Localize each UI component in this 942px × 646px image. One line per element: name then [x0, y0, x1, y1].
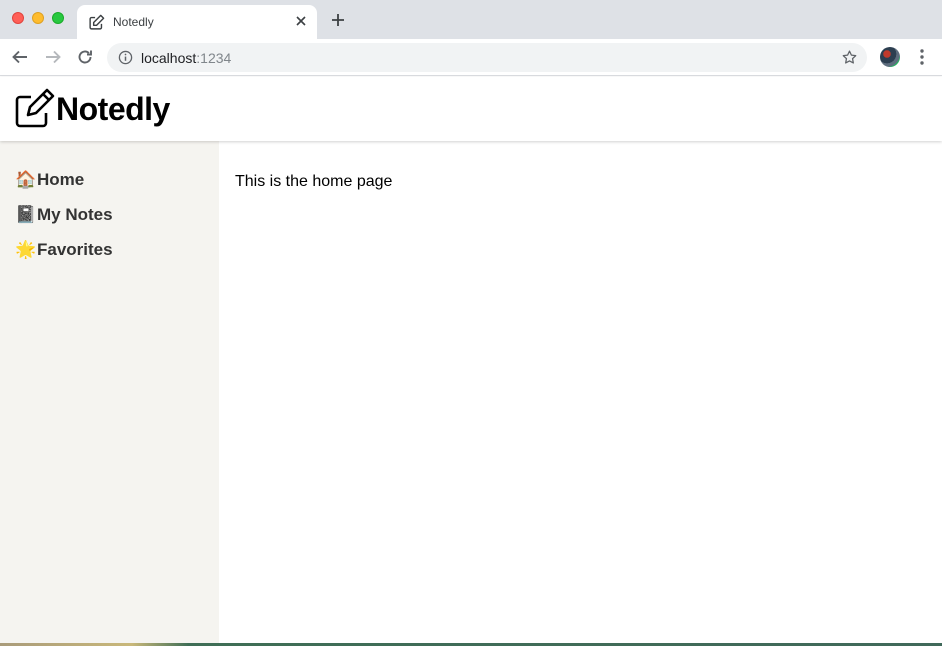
kebab-menu-icon[interactable]	[915, 48, 929, 66]
sidebar-item-my-notes: 📓 My Notes	[15, 197, 219, 232]
sidebar-item-favorites: 🌟 Favorites	[15, 232, 219, 267]
sidebar-nav-list: 🏠 Home 📓 My Notes 🌟 Favorites	[0, 141, 219, 267]
home-page-text: This is the home page	[235, 173, 393, 190]
star-icon: 🌟	[15, 240, 37, 259]
edit-note-icon	[15, 88, 55, 128]
edit-note-icon	[89, 14, 105, 30]
sidebar-link-home[interactable]: Home	[37, 170, 84, 190]
brand-title: Notedly	[56, 91, 170, 127]
arrow-left-icon[interactable]	[11, 48, 29, 66]
url-port: :1234	[196, 50, 232, 66]
window-close-button[interactable]	[12, 12, 24, 24]
arrow-right-icon[interactable]	[44, 48, 62, 66]
sidebar-link-my-notes[interactable]: My Notes	[37, 205, 113, 225]
reload-icon[interactable]	[76, 48, 94, 66]
sidebar: 🏠 Home 📓 My Notes 🌟 Favorites	[0, 141, 219, 643]
tab-title: Notedly	[113, 15, 154, 29]
star-icon[interactable]	[841, 49, 858, 66]
house-icon: 🏠	[15, 170, 37, 189]
profile-avatar[interactable]	[880, 47, 900, 67]
notebook-icon: 📓	[15, 205, 37, 224]
sidebar-item-home: 🏠 Home	[15, 162, 219, 197]
info-icon[interactable]	[118, 50, 133, 65]
close-icon[interactable]	[294, 14, 308, 28]
url-host: localhost	[141, 50, 197, 66]
web-page: Notedly 🏠 Home 📓 My Notes 🌟 Favorites Th…	[0, 77, 942, 643]
window-minimize-button[interactable]	[32, 12, 44, 24]
browser-tab[interactable]: Notedly	[77, 5, 317, 39]
address-bar[interactable]: localhost:1234	[107, 43, 867, 72]
browser-toolbar: localhost:1234	[0, 39, 942, 76]
plus-icon[interactable]	[330, 12, 346, 28]
main-content: This is the home page	[219, 141, 942, 643]
app-header: Notedly	[0, 77, 942, 141]
browser-tabstrip: Notedly	[0, 0, 942, 39]
url-text[interactable]: localhost:1234	[141, 50, 231, 66]
sidebar-link-favorites[interactable]: Favorites	[37, 240, 113, 260]
window-maximize-button[interactable]	[52, 12, 64, 24]
